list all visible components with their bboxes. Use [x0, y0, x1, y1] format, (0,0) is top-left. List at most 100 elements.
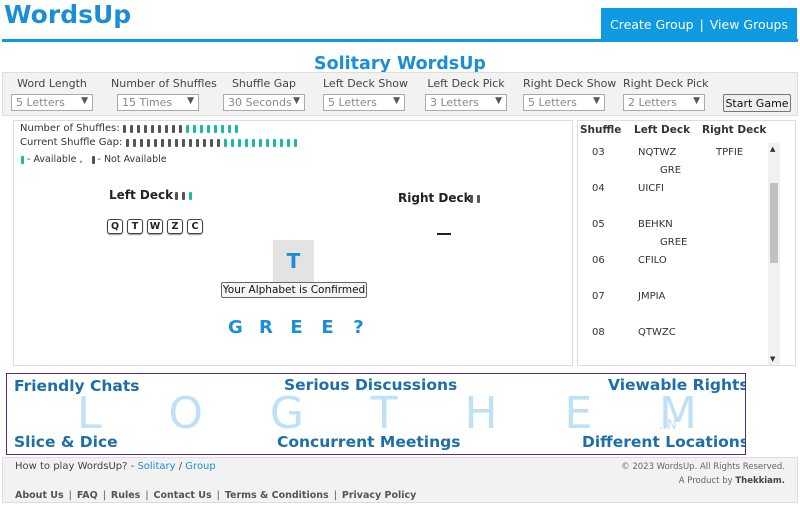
how-to-play: How to play WordsUp? - Solitary / Group — [15, 461, 216, 472]
ad-banner[interactable]: LOGTHEM .IN Friendly Chats Serious Discu… — [6, 373, 746, 455]
not-available-bar — [161, 139, 164, 147]
letter-key[interactable]: T — [127, 219, 143, 234]
footer-link[interactable]: About Us — [15, 490, 64, 501]
company-name[interactable]: Thekkiam. — [735, 476, 785, 486]
legend: - Available , - Not Available — [21, 154, 167, 165]
banner-phrase: Friendly Chats — [14, 377, 140, 395]
banner-letter: O — [168, 388, 203, 439]
footer-link[interactable]: Contact Us — [154, 490, 212, 501]
history-header-shuffle: Shuffle — [580, 124, 622, 136]
scroll-thumb[interactable] — [770, 183, 778, 263]
right-deck-empty-slot — [437, 233, 451, 235]
nav-separator: | — [699, 16, 704, 32]
footer-link[interactable]: Rules — [111, 490, 140, 501]
history-row: 03 NQTWZ TPFIE GRE — [578, 143, 768, 179]
not-available-bar — [133, 139, 136, 147]
not-available-bar — [168, 139, 171, 147]
available-bar — [221, 125, 224, 133]
banner-phrase: Concurrent Meetings — [277, 433, 461, 451]
shuffle-gap-select[interactable]: 30 Seconds ▼ — [223, 94, 305, 111]
left-deck-indicator — [175, 192, 192, 200]
view-groups-link[interactable]: View Groups — [710, 17, 788, 32]
not-available-bar — [137, 125, 140, 133]
not-available-bar — [175, 139, 178, 147]
scroll-down-icon[interactable]: ▼ — [770, 355, 775, 363]
left-deck-show-select[interactable]: 5 Letters ▼ — [323, 94, 405, 111]
word-guess: G R E E? — [228, 317, 365, 338]
left-deck-pick-select[interactable]: 3 Letters ▼ — [425, 94, 507, 111]
start-game-button[interactable]: Start Game — [723, 94, 791, 112]
scroll-up-icon[interactable]: ▲ — [770, 145, 775, 153]
banner-letter: E — [564, 388, 593, 439]
solitary-link[interactable]: Solitary — [137, 461, 175, 472]
guess-letter: E — [290, 317, 303, 338]
left-deck-show-control: Left Deck Show 5 Letters ▼ — [323, 77, 408, 111]
guess-letter: R — [259, 317, 273, 338]
available-bar — [189, 192, 192, 200]
shuffle-gap-label: Shuffle Gap — [231, 77, 297, 90]
shuffle-number: 06 — [592, 255, 605, 266]
link-separator: | — [333, 490, 337, 501]
right-deck-indicator — [470, 195, 480, 203]
word-length-select[interactable]: 5 Letters ▼ — [11, 94, 93, 111]
history-scrollbar[interactable]: ▲ ▼ — [768, 143, 780, 365]
footer-link[interactable]: Terms & Conditions — [225, 490, 329, 501]
not-available-bar — [217, 139, 220, 147]
history-row: 06 CFILO — [578, 251, 768, 287]
left-deck-letters: NQTWZ — [638, 147, 677, 158]
right-deck-show-label: Right Deck Show — [523, 77, 617, 90]
not-available-bar — [203, 139, 206, 147]
chevron-down-icon: ▼ — [693, 96, 700, 106]
word-length-control: Word Length 5 Letters ▼ — [11, 77, 93, 111]
shuffle-number: 03 — [592, 147, 605, 158]
left-deck-letters: BEHKN — [638, 219, 673, 230]
letter-key[interactable]: Z — [167, 219, 183, 234]
footer-links: About Us | FAQ | Rules | Contact Us | Terms & Co… — [15, 490, 416, 501]
letter-key[interactable]: C — [187, 219, 203, 234]
not-available-bar — [151, 125, 154, 133]
not-available-bar — [144, 125, 147, 133]
history-list[interactable]: 03 NQTWZ TPFIE GRE 04 UICFI 05 BEHKN GREE 06 CFILO… — [578, 143, 768, 365]
shuffle-gap-indicator — [126, 139, 297, 147]
available-bar — [214, 125, 217, 133]
available-bar — [224, 139, 227, 147]
shuffles-select[interactable]: 15 Times ▼ — [117, 94, 199, 111]
banner-phrase: Serious Discussions — [284, 376, 458, 394]
banner-phrase: Slice & Dice — [14, 433, 118, 451]
banner-letter: L — [77, 388, 102, 439]
not-available-bar — [140, 139, 143, 147]
right-deck-label: Right Deck — [398, 191, 472, 205]
brand-logo[interactable]: WordsUp — [4, 0, 131, 29]
right-deck-pick-label: Right Deck Pick — [623, 77, 709, 90]
confirm-alphabet-button[interactable]: Your Alphabet is Confirmed — [221, 282, 367, 298]
link-separator: | — [216, 490, 220, 501]
chevron-down-icon: ▼ — [593, 96, 600, 106]
right-deck-show-select[interactable]: 5 Letters ▼ — [523, 94, 605, 111]
product-credit: A Product by Thekkiam. — [678, 476, 785, 486]
available-bar — [193, 125, 196, 133]
create-group-link[interactable]: Create Group — [610, 17, 694, 32]
shuffle-history-panel: Shuffle Left Deck Right Deck 03 NQTWZ TPFI… — [577, 120, 796, 366]
footer-link[interactable]: FAQ — [77, 490, 98, 501]
footer-link[interactable]: Privacy Policy — [342, 490, 416, 501]
game-board: Number of Shuffles: Current Shuffle Gap:… — [13, 120, 573, 366]
available-bar — [238, 139, 241, 147]
available-bar — [273, 139, 276, 147]
not-available-bar — [182, 192, 185, 200]
not-available-bar — [182, 139, 185, 147]
banner-phrase: Viewable Rights — [608, 376, 746, 394]
word-length-label: Word Length — [17, 77, 87, 90]
right-deck-pick-select[interactable]: 2 Letters ▼ — [623, 94, 705, 111]
available-bar — [200, 125, 203, 133]
shuffles-indicator — [123, 125, 238, 133]
letter-key[interactable]: Q — [107, 219, 123, 234]
available-bar — [228, 125, 231, 133]
group-link[interactable]: Group — [185, 461, 215, 472]
not-available-bar — [175, 192, 178, 200]
current-letter-tile[interactable]: T — [273, 240, 314, 282]
not-available-bar — [130, 125, 133, 133]
letter-key[interactable]: W — [147, 219, 163, 234]
left-deck-letters: QTWZC — [107, 219, 203, 234]
shuffle-gap-label: Current Shuffle Gap: — [20, 137, 123, 148]
not-available-bar — [126, 139, 129, 147]
